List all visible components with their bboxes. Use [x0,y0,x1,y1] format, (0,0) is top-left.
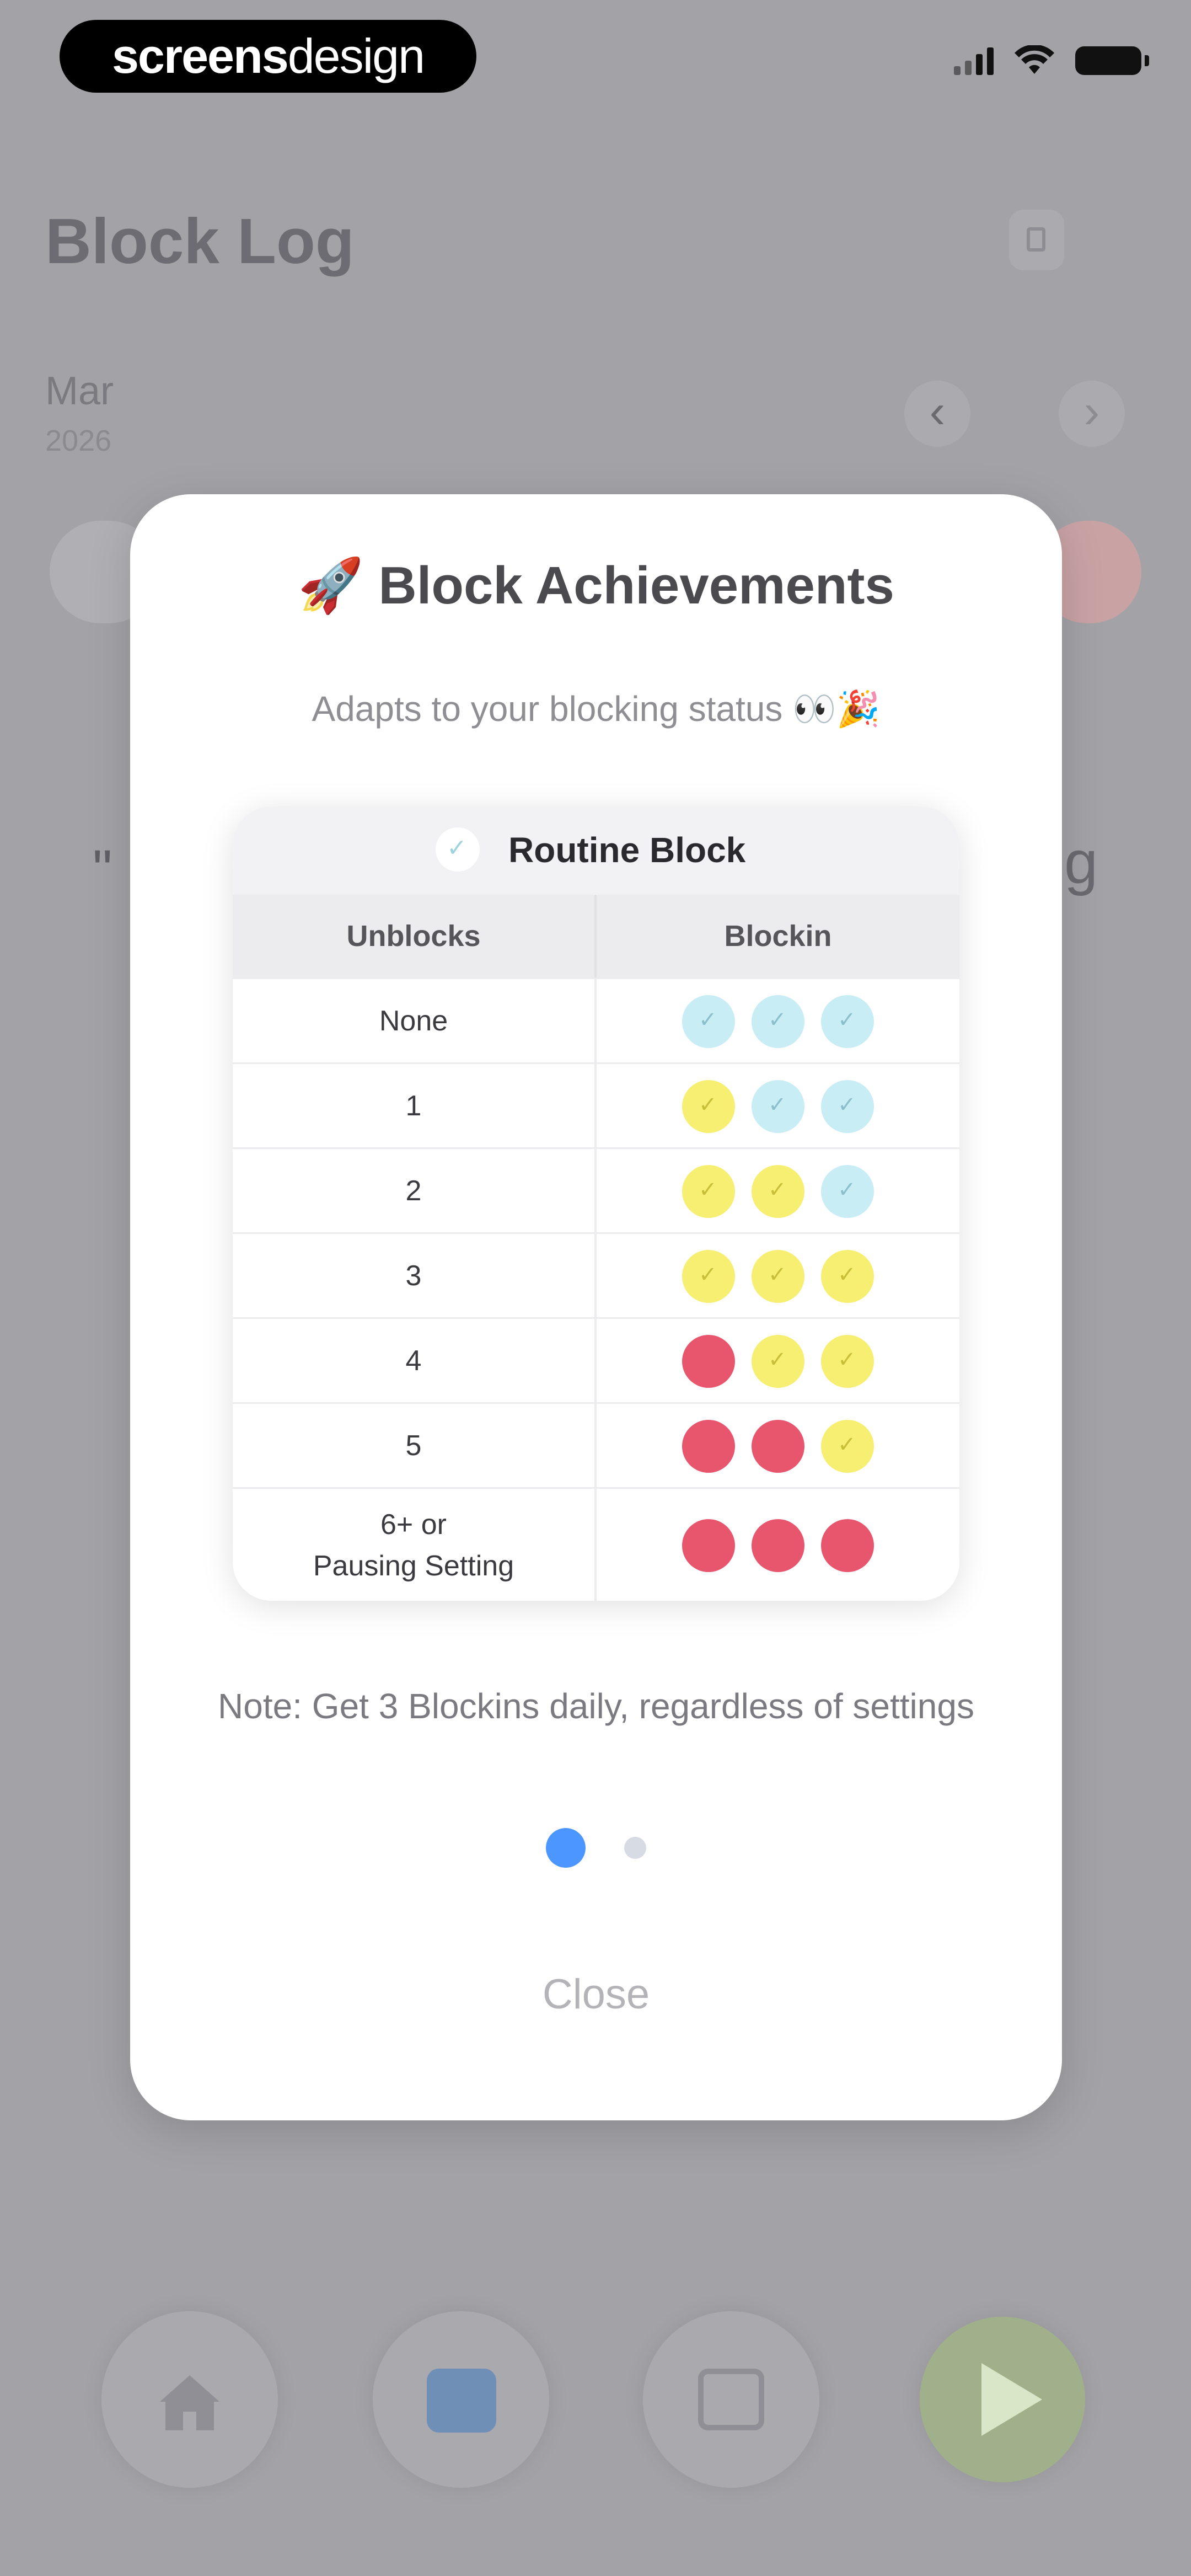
prev-month-button[interactable]: ‹ [904,381,970,447]
check-icon [436,827,480,872]
brand-logo-bold: screens [111,29,289,83]
unblocks-cell: 6+ or Pausing Setting [233,1489,597,1601]
blockin-cell [597,1489,959,1601]
table-row: None [233,977,959,1064]
blockin-red-dot [752,1420,804,1473]
page-indicator [130,1828,1062,1868]
start-block-button[interactable] [920,2317,1085,2482]
table-row: 4 [233,1317,959,1404]
page-dot[interactable] [624,1837,646,1859]
blockin-yellow-dot [752,1250,804,1303]
table-row: 6+ or Pausing Setting [233,1487,959,1601]
modal-subtitle: Adapts to your blocking status 👀🎉 [312,689,881,729]
unblocks-cell: 2 [233,1149,597,1234]
table-row: 2 [233,1147,959,1234]
background-text-fragment: g [1064,829,1098,896]
blockin-blue-dot [752,995,804,1048]
blockin-blue-dot [752,1080,804,1133]
blockin-blue-dot [821,995,874,1048]
background-text-fragment: " [93,839,112,901]
blockin-red-dot [752,1519,804,1572]
unblocks-cell: 5 [233,1404,597,1489]
modal-title: 🚀 Block Achievements [298,556,894,615]
blockin-blue-dot [821,1080,874,1133]
info-button[interactable] [1009,210,1064,270]
brand-logo-light: design [287,29,425,83]
blockin-yellow-dot [752,1165,804,1218]
table-row: 5 [233,1402,959,1489]
blockin-yellow-dot [682,1250,735,1303]
blockin-cell [597,1149,959,1234]
tab-calendar[interactable] [373,2311,549,2488]
achievements-modal: 🚀 Block Achievements Adapts to your bloc… [130,494,1062,2120]
calendar-icon [427,2369,496,2433]
page-title: Block Log [45,205,355,277]
signal-icon [954,46,994,75]
blockin-yellow-dot [821,1420,874,1473]
note-text: Note: Get 3 Blockins daily, regardless o… [218,1686,974,1726]
play-icon [981,2363,1042,2436]
tab-bar [0,2289,1191,2510]
achievement-table: Routine Block Unblocks Blockin None12345… [233,806,959,1601]
blockin-cell [597,979,959,1064]
column-header-blockin: Blockin [597,895,959,977]
tab-photos[interactable] [643,2311,819,2488]
blockin-yellow-dot [821,1335,874,1388]
blockin-cell [597,1404,959,1489]
photo-icon [698,2369,764,2430]
blockin-blue-dot [682,995,735,1048]
close-button[interactable]: Close [486,1962,706,2028]
column-header-unblocks: Unblocks [233,895,597,977]
blockin-red-dot [821,1519,874,1572]
tab-home[interactable] [101,2311,278,2488]
table-card-header: Routine Block [233,806,959,895]
blockin-cell [597,1234,959,1319]
blockin-cell [597,1064,959,1149]
blockin-cell [597,1319,959,1404]
blockin-red-dot [682,1420,735,1473]
blockin-red-dot [682,1335,735,1388]
table-row: 3 [233,1232,959,1319]
blockin-yellow-dot [821,1250,874,1303]
status-bar [954,44,1149,77]
blockin-yellow-dot [682,1080,735,1133]
home-icon [160,2375,219,2430]
unblocks-cell: 1 [233,1064,597,1149]
brand-logo: screensdesign [60,20,476,93]
chevron-right-icon: › [1083,385,1100,438]
battery-icon [1075,46,1149,75]
unblocks-cell: None [233,979,597,1064]
blockin-blue-dot [821,1165,874,1218]
unblocks-cell: 4 [233,1319,597,1404]
month-label: Mar [45,369,114,413]
unblocks-cell: 3 [233,1234,597,1319]
table-card-title: Routine Block [508,830,746,870]
next-month-button[interactable]: › [1059,381,1125,447]
chevron-left-icon: ‹ [929,385,946,438]
blockin-red-dot [682,1519,735,1572]
table-row: 1 [233,1062,959,1149]
blockin-yellow-dot [752,1335,804,1388]
page-dot-active[interactable] [546,1828,586,1868]
year-label: 2026 [45,424,112,457]
info-icon [1027,227,1045,252]
blockin-yellow-dot [682,1165,735,1218]
wifi-icon [1015,45,1054,74]
